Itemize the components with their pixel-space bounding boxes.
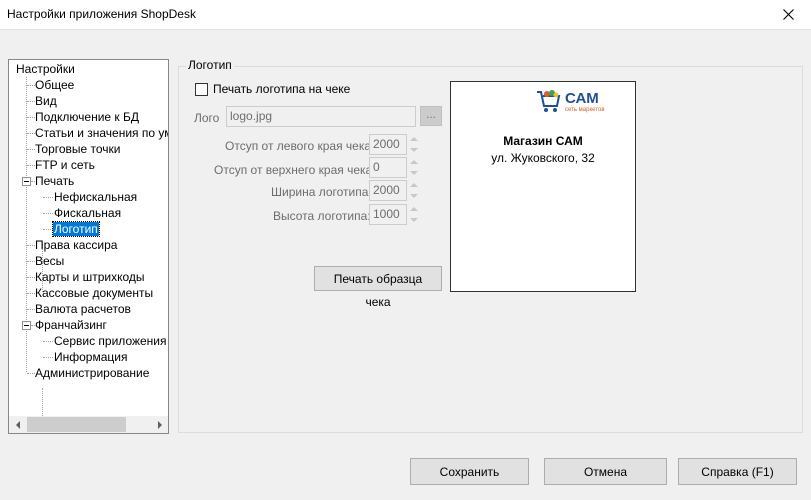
spin-up-icon (410, 207, 418, 211)
collapse-icon[interactable] (22, 177, 31, 186)
tree-item-franchising[interactable]: Франчайзинг (34, 317, 108, 333)
tree-item-scales[interactable]: Весы (34, 253, 65, 269)
arrow-left-icon (15, 420, 20, 429)
print-logo-checkbox[interactable] (195, 82, 208, 96)
spin-down-icon (410, 148, 418, 152)
logo-file-input[interactable]: logo.jpg (226, 106, 416, 127)
close-icon (782, 9, 794, 20)
top-offset-label: Отсуп от верхнего края чека: (214, 163, 376, 177)
tree-item-administration[interactable]: Администрирование (34, 365, 150, 381)
spin-down-icon (410, 194, 418, 198)
tree-item-nonfiscal[interactable]: Нефискальная (53, 189, 138, 205)
tree-item-view[interactable]: Вид (34, 93, 58, 109)
cancel-button[interactable]: Отмена (544, 458, 667, 485)
tree-content: Настройки Общее Вид Подключение к БД Ста… (9, 60, 168, 416)
logo-width-spinner[interactable] (409, 180, 419, 201)
scroll-left-button[interactable] (9, 416, 26, 433)
group-title: Логотип (186, 58, 234, 72)
spin-up-icon (410, 183, 418, 187)
shop-address: ул. Жуковского, 32 (491, 151, 595, 165)
logo-text: САМ (565, 90, 599, 107)
print-logo-checkbox-row[interactable]: Печать логотипа на чеке (195, 82, 350, 96)
shopping-cart-icon (537, 90, 561, 112)
receipt-preview: САМ сеть маркетов Магазин САМ ул. Жуковс… (450, 81, 636, 292)
browse-button[interactable]: ... (420, 106, 442, 126)
spin-up-icon (410, 137, 418, 141)
tree-item-outlets[interactable]: Торговые точки (34, 141, 122, 157)
scroll-right-button[interactable] (151, 416, 168, 433)
tree-item-logo[interactable]: Логотип (52, 221, 100, 237)
tree-item-cashier-rights[interactable]: Права кассира (34, 237, 118, 253)
tree-item-app-service[interactable]: Сервис приложения (53, 333, 168, 349)
tree-item-fiscal[interactable]: Фискальная (53, 205, 122, 221)
tree-item-print[interactable]: Печать (34, 173, 75, 189)
top-offset-spinner[interactable] (409, 157, 419, 178)
shop-logo: САМ сеть маркетов (535, 86, 615, 122)
tree-item-currency[interactable]: Валюта расчетов (34, 301, 132, 317)
title-bar: Настройки приложения ShopDesk (0, 0, 811, 30)
spin-down-icon (410, 218, 418, 222)
print-logo-label: Печать логотипа на чеке (213, 82, 351, 96)
left-offset-input[interactable]: 2000 (369, 134, 407, 155)
collapse-icon[interactable] (22, 321, 31, 330)
print-sample-button[interactable]: Печать образца чека (314, 266, 442, 309)
tree-item-cash-documents[interactable]: Кассовые документы (34, 285, 154, 301)
spin-up-icon (410, 160, 418, 164)
arrow-right-icon (157, 420, 162, 429)
close-button[interactable] (765, 0, 811, 29)
tree-item-information[interactable]: Информация (53, 349, 128, 365)
logo-label: Лого (194, 111, 220, 125)
help-button[interactable]: Справка (F1) (678, 458, 797, 485)
tree-root[interactable]: Настройки (15, 61, 76, 77)
top-offset-input[interactable]: 0 (369, 157, 407, 178)
settings-tree[interactable]: Настройки Общее Вид Подключение к БД Ста… (8, 59, 169, 434)
tree-connector (42, 388, 43, 416)
window-title: Настройки приложения ShopDesk (7, 7, 196, 21)
logo-width-label: Ширина логотипа: (271, 185, 372, 199)
tree-item-cards-barcodes[interactable]: Карты и штрихкоды (34, 269, 146, 285)
left-offset-spinner[interactable] (409, 134, 419, 155)
logo-subtext: сеть маркетов (565, 107, 605, 113)
scrollbar-thumb[interactable] (27, 417, 126, 432)
logo-height-spinner[interactable] (409, 204, 419, 225)
tree-item-ftp-network[interactable]: FTP и сеть (34, 157, 96, 173)
shop-name: Магазин САМ (503, 134, 583, 148)
logo-height-label: Высота логотипа: (273, 209, 371, 223)
tree-item-articles-defaults[interactable]: Статьи и значения по умо... (34, 125, 168, 141)
tree-item-db-connection[interactable]: Подключение к БД (34, 109, 140, 125)
left-offset-label: Отсуп от левого края чека: (225, 139, 375, 153)
spin-down-icon (410, 171, 418, 175)
tree-item-general[interactable]: Общее (34, 77, 75, 93)
tree-horizontal-scrollbar[interactable] (9, 416, 168, 433)
save-button[interactable]: Сохранить (410, 458, 529, 485)
logo-width-input[interactable]: 2000 (369, 180, 407, 201)
logo-height-input[interactable]: 1000 (369, 204, 407, 225)
